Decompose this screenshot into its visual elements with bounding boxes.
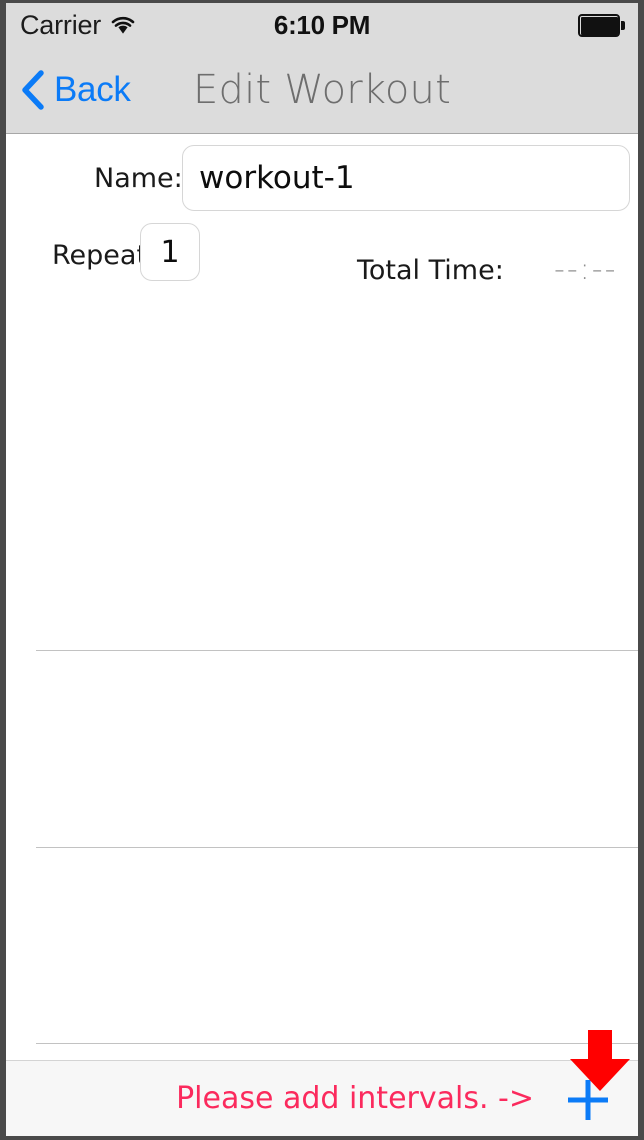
app-screen: Carrier 6:10 PM Edit Workout Back Name: … <box>0 0 644 1140</box>
status-bar: Carrier 6:10 PM <box>6 3 638 47</box>
workout-form: Name: Repeat: Total Time: --:-- <box>6 134 638 287</box>
repeat-input[interactable] <box>140 223 200 281</box>
battery-full-icon <box>578 14 626 37</box>
table-row-separator <box>36 1043 638 1044</box>
add-interval-button[interactable] <box>562 1074 614 1126</box>
chevron-left-icon <box>20 69 46 111</box>
back-button-label: Back <box>54 70 131 109</box>
total-time-value: --:-- <box>554 252 618 287</box>
plus-icon <box>562 1074 614 1126</box>
name-input[interactable] <box>182 145 630 211</box>
name-row: Name: <box>6 145 638 215</box>
table-row-separator <box>36 847 638 848</box>
intervals-table[interactable] <box>6 284 638 1060</box>
name-label: Name: <box>94 163 183 194</box>
navigation-bar: Edit Workout Back <box>6 47 638 134</box>
back-button[interactable]: Back <box>20 47 131 133</box>
status-bar-clock: 6:10 PM <box>273 9 371 40</box>
table-row-separator <box>36 650 638 651</box>
add-intervals-hint: Please add intervals. -> <box>176 1081 534 1116</box>
total-time-label: Total Time: <box>357 255 504 286</box>
bottom-toolbar: Please add intervals. -> <box>6 1060 638 1136</box>
